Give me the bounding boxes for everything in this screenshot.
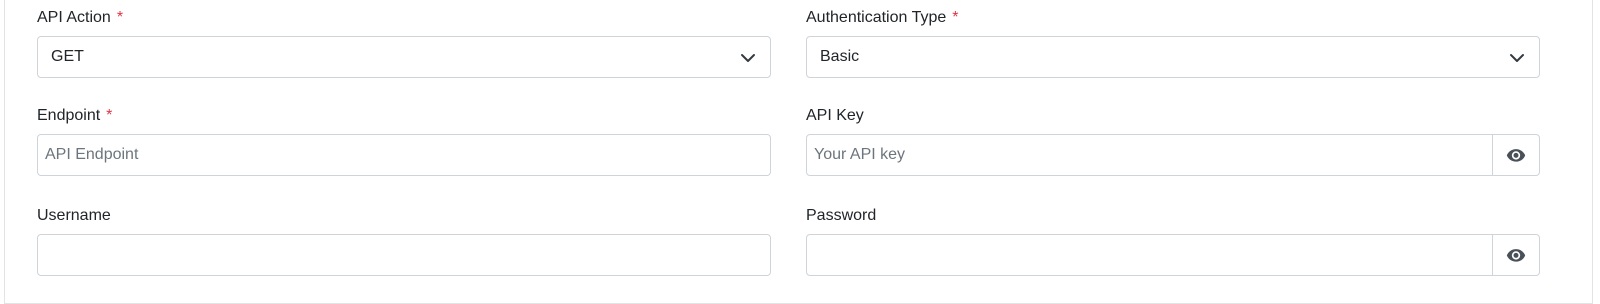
eye-icon [1506,149,1526,162]
api-action-label: API Action * [37,9,124,26]
auth-type-select[interactable]: Basic [806,36,1540,78]
api-key-label: API Key [806,107,864,124]
eye-icon [1506,249,1526,262]
password-input-group [806,234,1540,276]
api-key-visibility-toggle[interactable] [1492,135,1539,175]
required-marker: * [116,9,124,26]
password-label: Password [806,207,877,224]
username-input-wrapper [37,234,771,276]
endpoint-input-wrapper [37,134,771,176]
api-key-input-group [806,134,1540,176]
required-marker: * [952,9,959,26]
chevron-down-icon [1510,54,1524,62]
auth-type-value: Basic [820,48,860,65]
username-input[interactable] [38,235,770,275]
api-action-select[interactable]: GET [37,36,771,78]
chevron-down-icon [741,54,755,62]
password-input[interactable] [807,235,1479,275]
auth-type-label: Authentication Type * [806,9,959,26]
required-marker: * [106,107,113,124]
password-visibility-toggle[interactable] [1492,235,1539,275]
api-action-value: GET [51,48,84,65]
api-key-input[interactable] [807,135,1479,175]
endpoint-input[interactable] [38,135,770,175]
username-label: Username [37,207,111,224]
endpoint-label: Endpoint * [37,107,113,124]
